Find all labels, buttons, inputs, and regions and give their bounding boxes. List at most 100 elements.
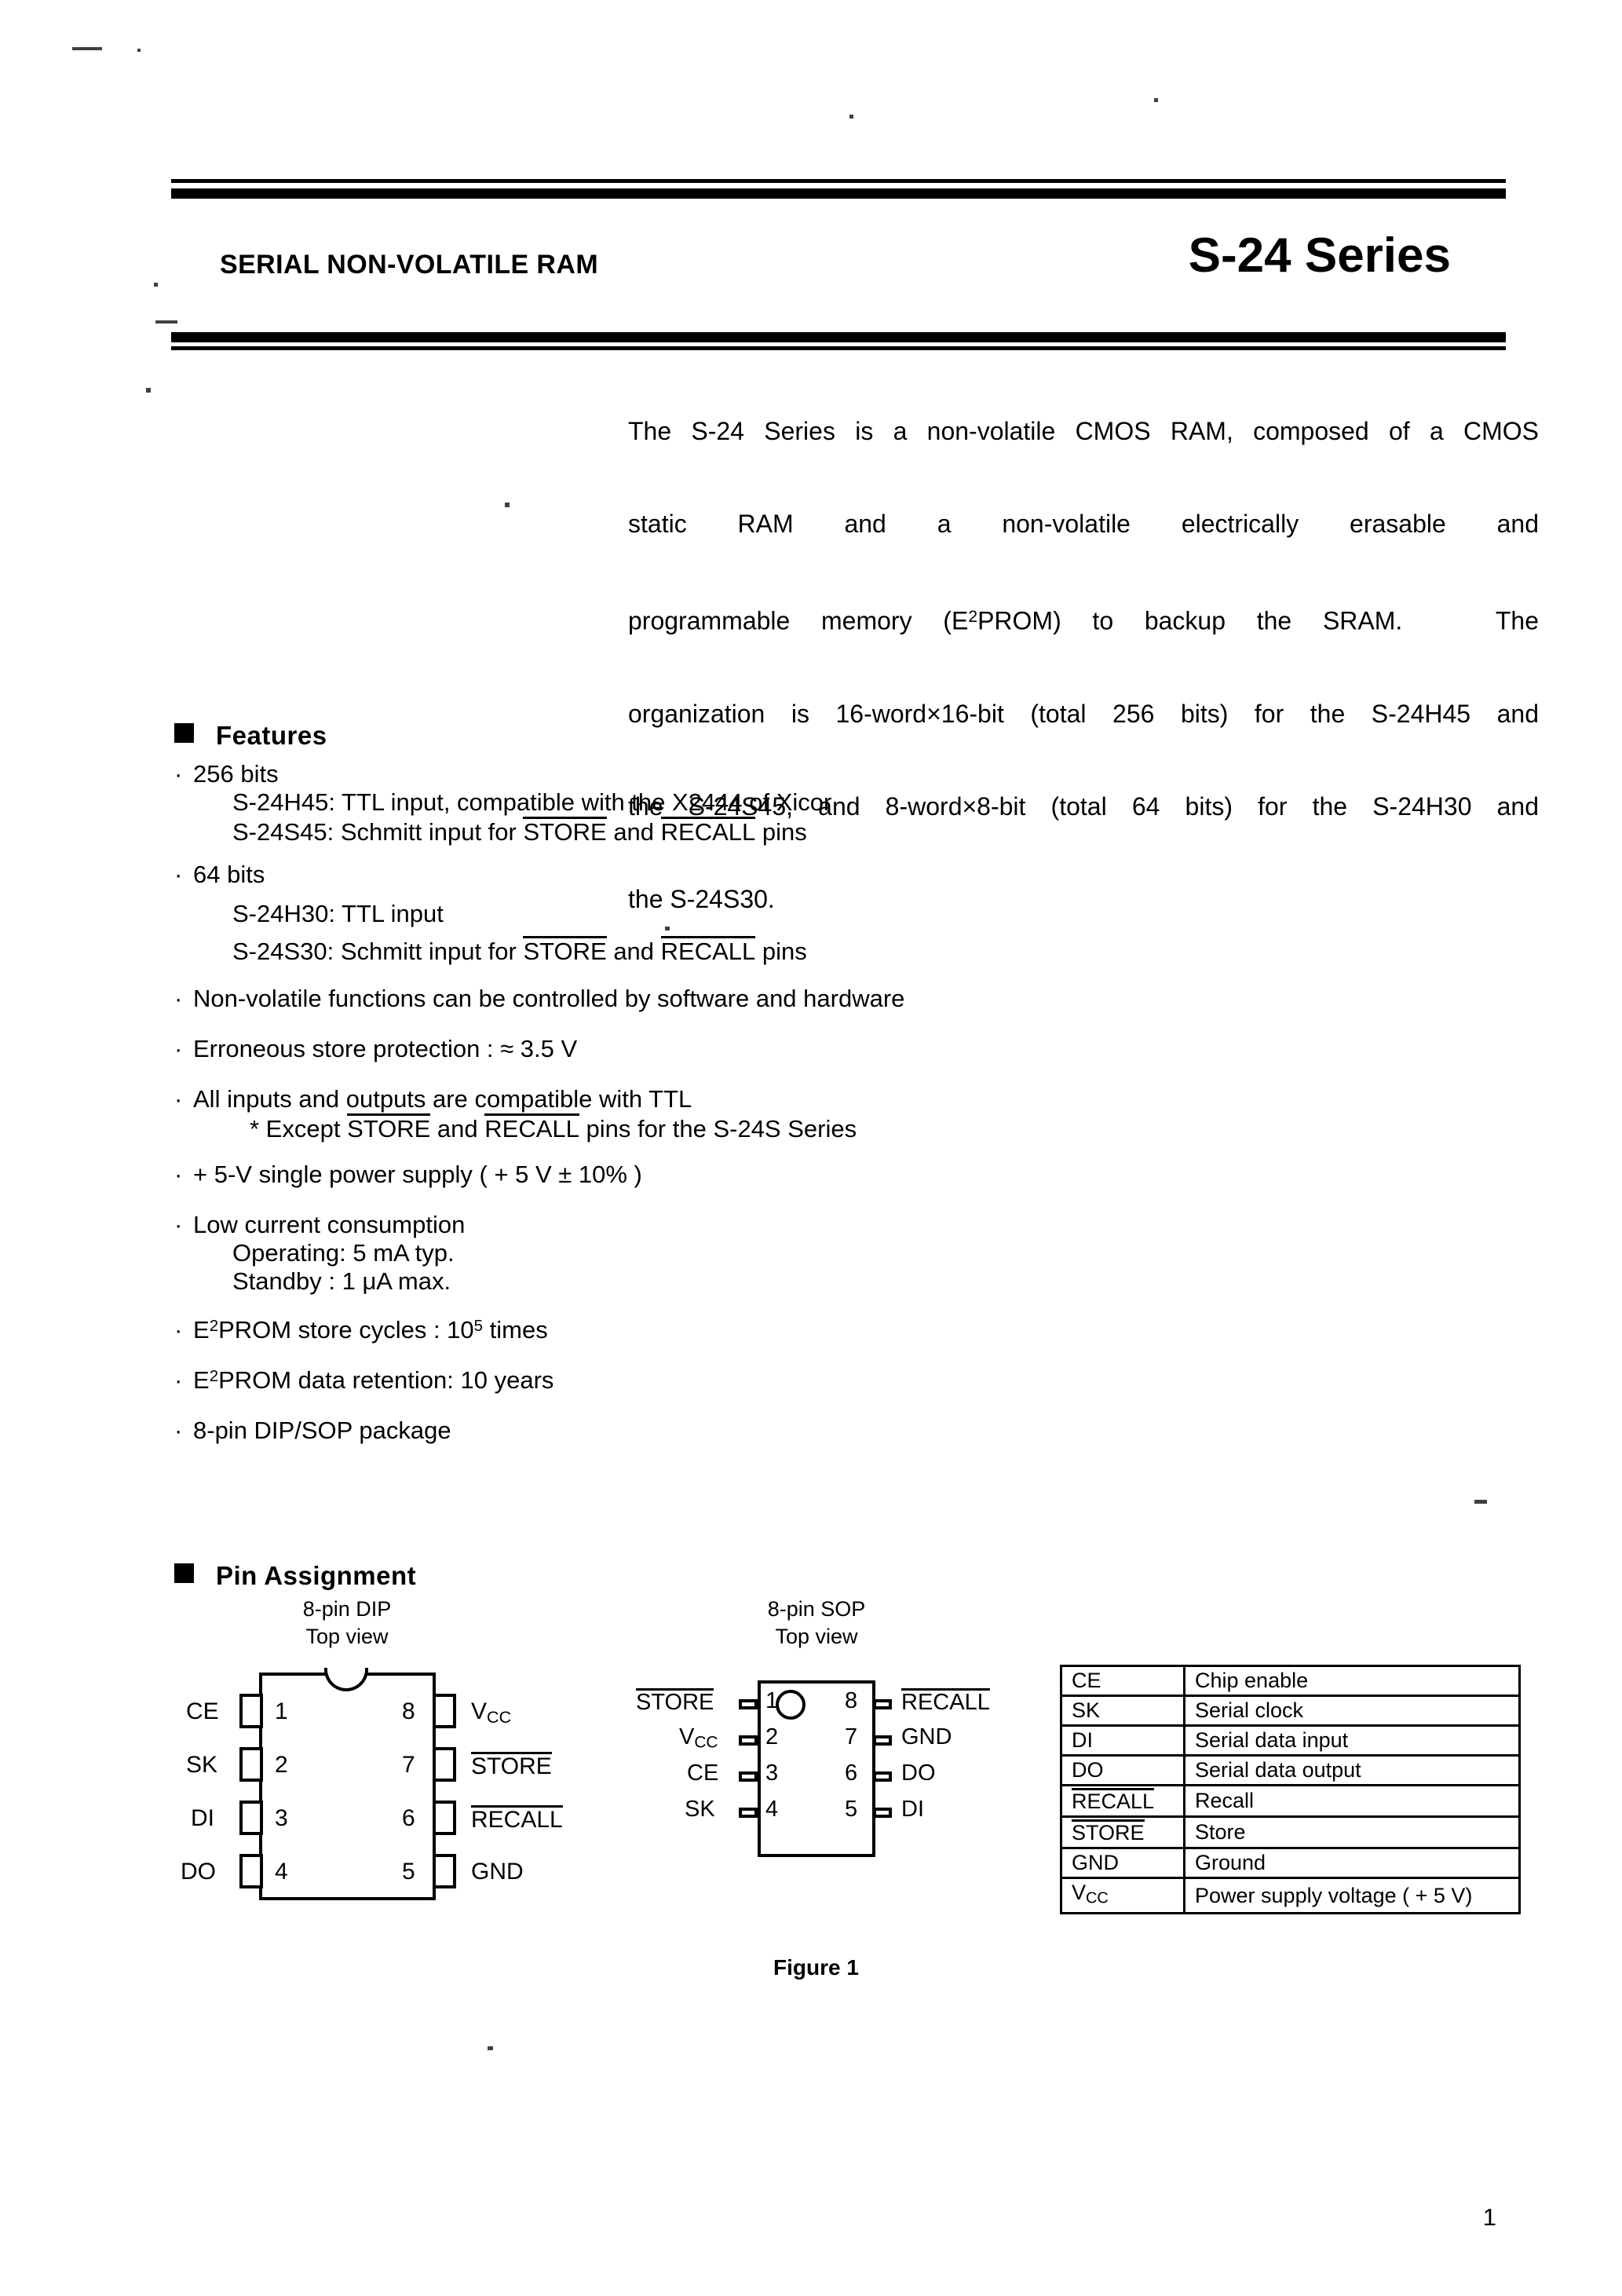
sop-pin-lead <box>873 1808 892 1818</box>
sop-pin1-dot-icon <box>776 1690 806 1720</box>
intro-line-2: static RAM and a non-volatile electrical… <box>628 510 1539 538</box>
feature-label: Non-volatile functions can be controlled… <box>193 985 905 1012</box>
sop-package-title: 8-pin SOP Top view <box>730 1596 903 1651</box>
datasheet-page: SERIAL NON-VOLATILE RAM S-24 Series The … <box>0 0 1622 2296</box>
scan-artifact <box>488 2046 493 2050</box>
feature-sub-label: Operating: 5 mA typ. <box>232 1239 455 1267</box>
dip-pin-label-recall: RECALL <box>471 1805 563 1833</box>
dip-pin-number: 1 <box>275 1698 288 1724</box>
table-row: CE Chip enable <box>1060 1665 1521 1697</box>
sop-pin-label-gnd: GND <box>901 1724 952 1749</box>
pin-symbol-vcc: VCC <box>1060 1876 1185 1915</box>
dip-pin-label-ce: CE <box>186 1698 219 1724</box>
sop-pin-lead <box>873 1735 892 1746</box>
feature-label: 256 bits <box>193 760 279 788</box>
dip-pin-lead <box>433 1854 456 1888</box>
bullet-square-icon <box>174 1563 194 1583</box>
sop-pin-lead <box>739 1735 758 1746</box>
feature-item: · + 5-V single power supply ( + 5 V ± 10… <box>174 1161 1101 1189</box>
intro-line-3: programmable memory (E2PROM) to backup t… <box>628 606 1540 635</box>
feature-sub-label: S-24S45: Schmitt input for STORE and REC… <box>232 817 807 846</box>
table-row: STORE Store <box>1060 1815 1521 1849</box>
feature-label: E2PROM data retention: 10 years <box>193 1366 554 1394</box>
pin-description: Recall <box>1183 1784 1521 1818</box>
feature-label: E2PROM store cycles : 105 times <box>193 1316 548 1344</box>
list-bullet: · <box>174 985 183 1012</box>
pin-description: Power supply voltage ( + 5 V) <box>1183 1876 1521 1915</box>
pin-assignment-heading: Pin Assignment <box>174 1561 416 1591</box>
sop-title-line2: Top view <box>775 1625 858 1648</box>
dip-pin-number: 7 <box>402 1752 415 1778</box>
list-bullet: · <box>174 861 183 888</box>
dip-pin-label-store: STORE <box>471 1752 552 1779</box>
feature-label: 8-pin DIP/SOP package <box>193 1417 451 1444</box>
pin-symbol: CE <box>1060 1665 1185 1697</box>
feature-item: · Erroneous store protection : ≈ 3.5 V <box>174 1035 1101 1063</box>
pin-symbol: SK <box>1060 1695 1185 1727</box>
table-row: SK Serial clock <box>1060 1695 1521 1727</box>
recall-pin-name: RECALL <box>484 1113 579 1143</box>
pin-symbol: STORE <box>1072 1819 1145 1844</box>
scan-artifact <box>154 283 158 287</box>
list-bullet: · <box>174 1316 183 1344</box>
sop-pin-number: 6 <box>845 1760 858 1786</box>
table-row: DO Serial data output <box>1060 1754 1521 1786</box>
pin-description: Serial data output <box>1183 1754 1521 1786</box>
sop-pin-label-ce: CE <box>687 1760 719 1786</box>
feature-sub-label: Standby : 1 μA max. <box>232 1267 451 1295</box>
pin-description: Serial clock <box>1183 1695 1521 1727</box>
sop-pin-label-vcc: VCC <box>679 1724 718 1752</box>
dip-pin-lead <box>239 1747 263 1782</box>
recall-pin-name: RECALL <box>660 817 756 846</box>
figure-caption: Figure 1 <box>773 1955 859 1980</box>
features-list: · 256 bits S-24H45: TTL input, compatibl… <box>174 760 1101 1445</box>
sop-pin-number: 7 <box>845 1724 858 1749</box>
sop-pin-lead <box>739 1808 758 1818</box>
header-rule-bottom-thin <box>171 346 1506 350</box>
features-heading-label: Features <box>216 721 327 750</box>
intro-line-1: The S-24 Series is a non-volatile CMOS R… <box>628 417 1539 445</box>
pin-symbol: RECALL <box>1072 1788 1155 1813</box>
feature-label: + 5-V single power supply ( + 5 V ± 10% … <box>193 1161 642 1188</box>
list-bullet: · <box>174 1417 183 1444</box>
feature-item: · E2PROM data retention: 10 years <box>174 1366 1101 1395</box>
list-bullet: · <box>174 1085 183 1113</box>
feature-item: · 64 bits S-24H30: TTL input S-24S30: Sc… <box>174 861 1101 966</box>
sop-pin-lead <box>739 1771 758 1782</box>
scan-artifact <box>72 47 102 50</box>
page-number: 1 <box>1482 2203 1496 2231</box>
feature-item: · E2PROM store cycles : 105 times <box>174 1316 1101 1344</box>
feature-item: · Low current consumption Operating: 5 m… <box>174 1211 1101 1296</box>
dip-pin-lead <box>239 1854 263 1888</box>
bullet-square-icon <box>174 723 194 743</box>
pin-symbol: GND <box>1060 1847 1185 1879</box>
pin-symbol: DI <box>1060 1724 1185 1757</box>
dip-package-title: 8-pin DIP Top view <box>261 1596 433 1651</box>
table-row: GND Ground <box>1060 1847 1521 1879</box>
pin-description: Store <box>1183 1815 1521 1849</box>
scan-artifact <box>849 115 853 119</box>
pin-description: Serial data input <box>1183 1724 1521 1757</box>
table-row: VCC Power supply voltage ( + 5 V) <box>1060 1876 1521 1915</box>
sop-pin-label-di: DI <box>901 1797 924 1822</box>
store-pin-name: STORE <box>523 817 607 846</box>
pin-symbol: DO <box>1060 1754 1185 1786</box>
feature-item: · 8-pin DIP/SOP package <box>174 1417 1101 1445</box>
sop-pin-label-do: DO <box>901 1760 936 1786</box>
header-rule-top-thin <box>171 179 1506 183</box>
recall-pin-name: RECALL <box>660 936 756 965</box>
sop-pin-number: 4 <box>765 1797 779 1822</box>
table-row: RECALL Recall <box>1060 1784 1521 1818</box>
feature-item: · All inputs and outputs are compatible … <box>174 1085 1101 1143</box>
sop-pin-lead <box>739 1699 758 1709</box>
dip-title-line1: 8-pin DIP <box>302 1597 392 1621</box>
list-bullet: · <box>174 1161 183 1188</box>
dip-pin-label-sk: SK <box>186 1752 218 1778</box>
dip-pin-number: 8 <box>402 1698 415 1724</box>
feature-sub-label: S-24S30: Schmitt input for STORE and REC… <box>232 936 807 965</box>
sop-pin-label-sk: SK <box>685 1797 715 1822</box>
store-pin-name: STORE <box>523 936 607 965</box>
list-bullet: · <box>174 760 183 788</box>
features-heading: Features <box>174 721 327 751</box>
dip-pin-label-vcc: VCC <box>471 1698 512 1727</box>
